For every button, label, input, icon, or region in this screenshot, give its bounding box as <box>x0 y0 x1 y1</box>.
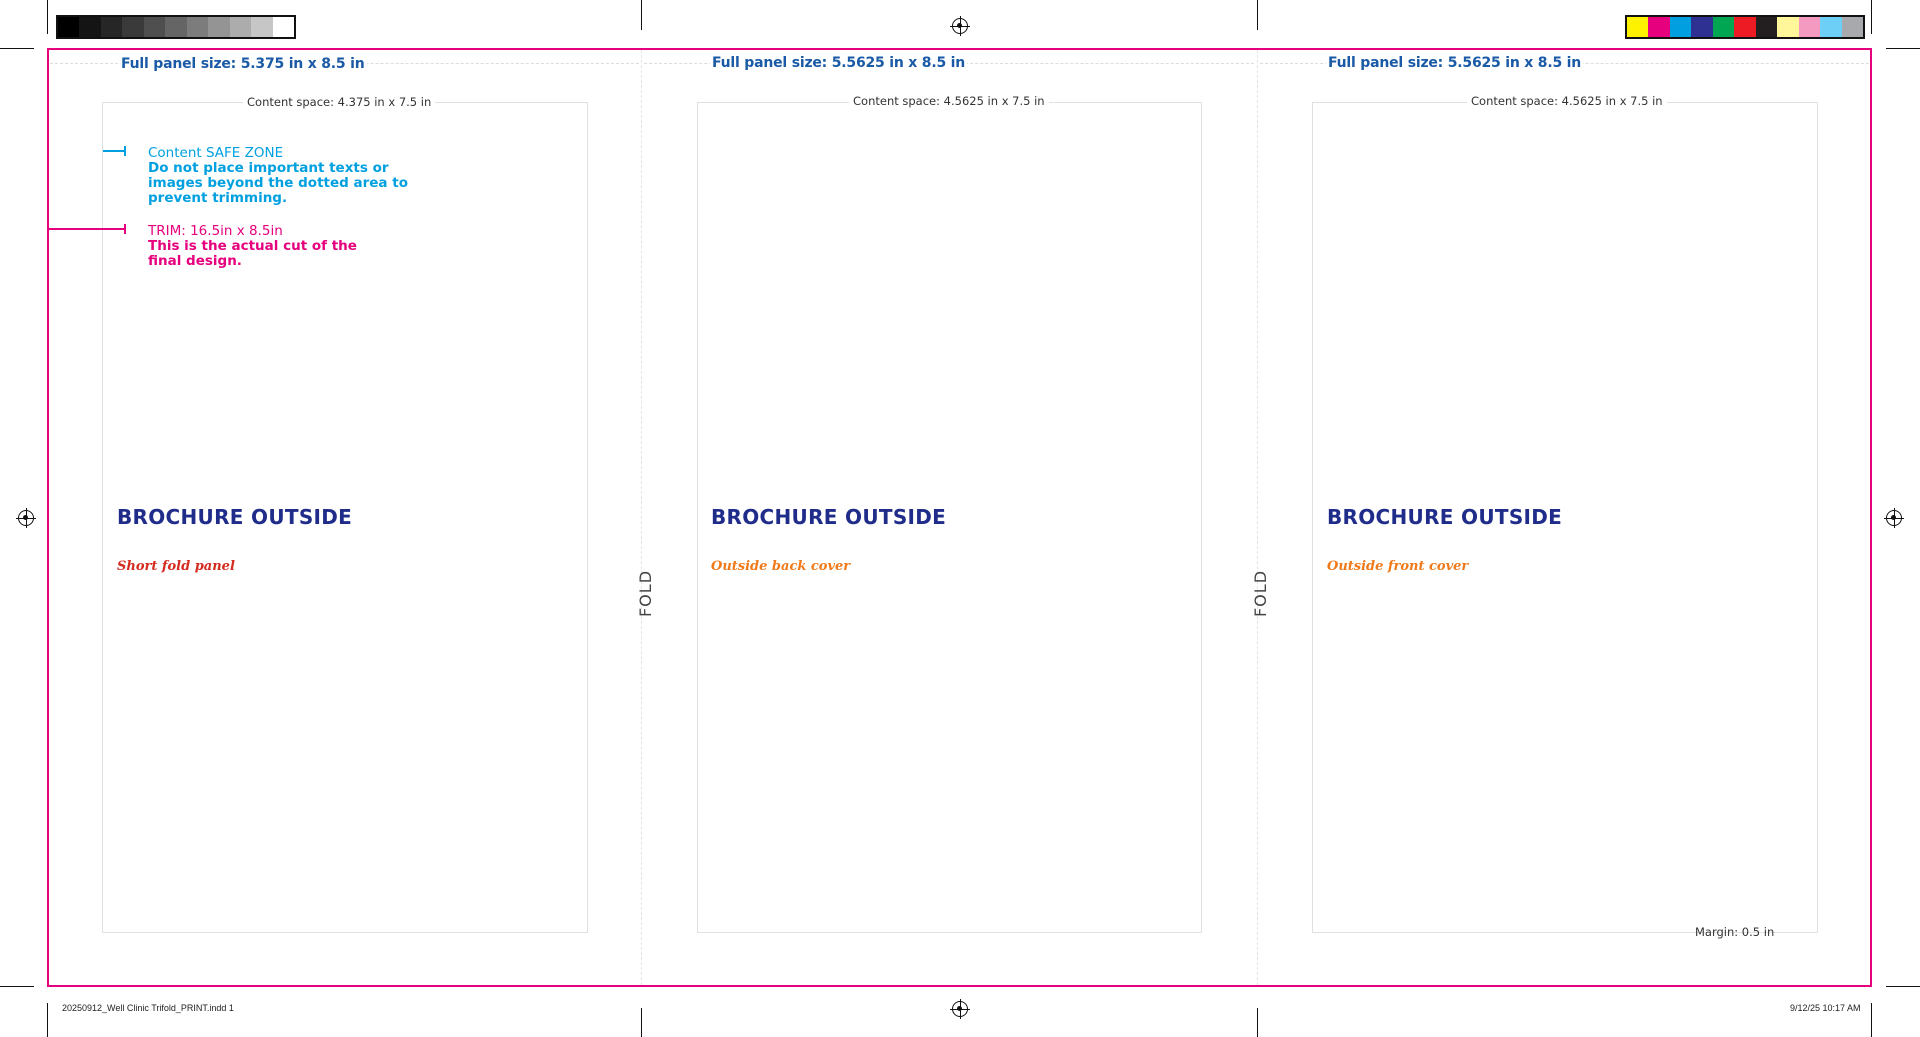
grayscale-swatch <box>79 17 101 37</box>
print-template-sheet: Full panel size: 5.375 in x 8.5 in Full … <box>0 0 1920 1037</box>
crop-mark-tr-v <box>1871 0 1872 34</box>
process-color-swatch <box>1777 17 1799 37</box>
safe-zone-line-1: Do not place important texts or <box>148 160 389 176</box>
fold-line-1 <box>641 50 642 985</box>
process-color-swatch <box>1648 17 1670 37</box>
panel-2-content-space-label: Content space: 4.5625 in x 7.5 in <box>849 94 1049 108</box>
fold-line-2 <box>1257 50 1258 985</box>
crop-mark-tl-v <box>47 0 48 34</box>
registration-mark-left <box>16 508 36 528</box>
fold-label-1: FOLD <box>636 569 656 618</box>
grayscale-swatch <box>272 17 294 37</box>
fold-label-2: FOLD <box>1251 569 1271 618</box>
grayscale-swatch <box>58 17 80 37</box>
registration-mark-bottom <box>950 999 970 1019</box>
safe-zone-note: Content SAFE ZONE Do not place important… <box>148 146 408 206</box>
trim-pointer-end <box>124 224 126 234</box>
panel-1-full-size-label: Full panel size: 5.375 in x 8.5 in <box>119 56 367 72</box>
process-color-swatch <box>1627 17 1649 37</box>
panel-2-heading: BROCHURE OUTSIDE <box>711 505 947 529</box>
fold-mark-top-1 <box>641 0 642 30</box>
panel-3-content-space-label: Content space: 4.5625 in x 7.5 in <box>1467 94 1667 108</box>
process-color-swatch <box>1691 17 1713 37</box>
panel-3-full-size-label: Full panel size: 5.5625 in x 8.5 in <box>1326 55 1584 71</box>
safe-zone-pointer <box>103 150 125 152</box>
process-color-swatch <box>1755 17 1778 37</box>
crop-mark-tr-h <box>1886 48 1920 49</box>
grayscale-swatch <box>165 17 187 37</box>
crop-mark-bl-h <box>0 986 34 987</box>
fold-mark-top-2 <box>1257 0 1258 30</box>
crop-mark-tl-h <box>0 48 34 49</box>
registration-mark-right <box>1884 508 1904 528</box>
panel-3-heading: BROCHURE OUTSIDE <box>1327 505 1563 529</box>
panel-2-full-size-label: Full panel size: 5.5625 in x 8.5 in <box>710 55 968 71</box>
process-color-swatch <box>1798 17 1821 37</box>
panel-1-content-space-label: Content space: 4.375 in x 7.5 in <box>243 95 436 109</box>
safe-zone-line-3: prevent trimming. <box>148 190 288 206</box>
crop-mark-br-v <box>1871 1003 1872 1037</box>
panel-3-name: Outside front cover <box>1327 559 1469 574</box>
safe-zone-line-2: images beyond the dotted area to <box>148 175 408 191</box>
process-color-swatch <box>1712 17 1735 37</box>
grayscale-swatch <box>251 17 273 37</box>
trim-pointer <box>48 228 126 230</box>
safe-zone-pointer-end <box>124 146 126 156</box>
grayscale-swatch <box>100 17 123 37</box>
registration-mark-top <box>950 16 970 36</box>
crop-mark-br-h <box>1886 986 1920 987</box>
process-color-swatch <box>1820 17 1842 37</box>
fold-mark-bottom-1 <box>641 1008 642 1037</box>
trim-line-1: This is the actual cut of the <box>148 238 357 254</box>
crop-mark-bl-v <box>47 1003 48 1037</box>
margin-label: Margin: 0.5 in <box>1695 925 1775 939</box>
panel-2-name: Outside back cover <box>711 559 851 574</box>
process-color-swatch <box>1841 17 1863 37</box>
trim-title: TRIM: 16.5in x 8.5in <box>148 223 283 239</box>
process-color-swatch <box>1669 17 1692 37</box>
fold-mark-bottom-2 <box>1257 1008 1258 1037</box>
process-color-bar <box>1625 15 1865 39</box>
grayscale-swatch <box>143 17 166 37</box>
panel-1-name: Short fold panel <box>117 559 235 574</box>
panel-1-heading: BROCHURE OUTSIDE <box>117 505 353 529</box>
grayscale-color-bar <box>56 15 296 39</box>
grayscale-swatch <box>122 17 144 37</box>
grayscale-swatch <box>208 17 230 37</box>
grayscale-swatch <box>229 17 252 37</box>
slug-datetime: 9/12/25 10:17 AM <box>1790 1003 1861 1013</box>
process-color-swatch <box>1734 17 1756 37</box>
safe-zone-title: Content SAFE ZONE <box>148 145 284 161</box>
trim-line-2: final design. <box>148 253 242 269</box>
trim-note: TRIM: 16.5in x 8.5in This is the actual … <box>148 224 357 269</box>
slug-filename: 20250912_Well Clinic Trifold_PRINT.indd … <box>62 1003 234 1013</box>
grayscale-swatch <box>186 17 209 37</box>
